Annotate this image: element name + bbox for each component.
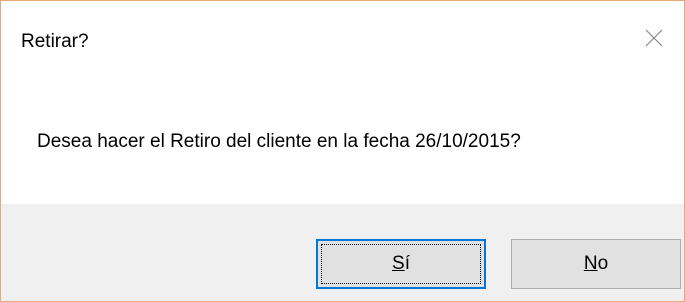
- dialog-footer: Sí No: [1, 204, 684, 301]
- yes-button[interactable]: Sí: [316, 239, 486, 289]
- no-button-label: No: [584, 253, 608, 275]
- no-button[interactable]: No: [511, 239, 681, 289]
- title-bar: Retirar?: [1, 1, 684, 75]
- message-dialog: Retirar? Desea hacer el Retiro del clien…: [0, 0, 685, 302]
- yes-label-rest: í: [404, 253, 410, 274]
- close-button[interactable]: [624, 13, 684, 63]
- dialog-content: Desea hacer el Retiro del cliente en la …: [1, 75, 684, 206]
- yes-button-label: Sí: [392, 253, 410, 275]
- dialog-message: Desea hacer el Retiro del cliente en la …: [37, 131, 521, 152]
- dialog-title: Retirar?: [21, 31, 89, 52]
- close-icon: [645, 29, 663, 47]
- no-label-rest: o: [597, 253, 609, 274]
- yes-mnemonic: S: [392, 253, 405, 274]
- no-mnemonic: N: [583, 253, 598, 274]
